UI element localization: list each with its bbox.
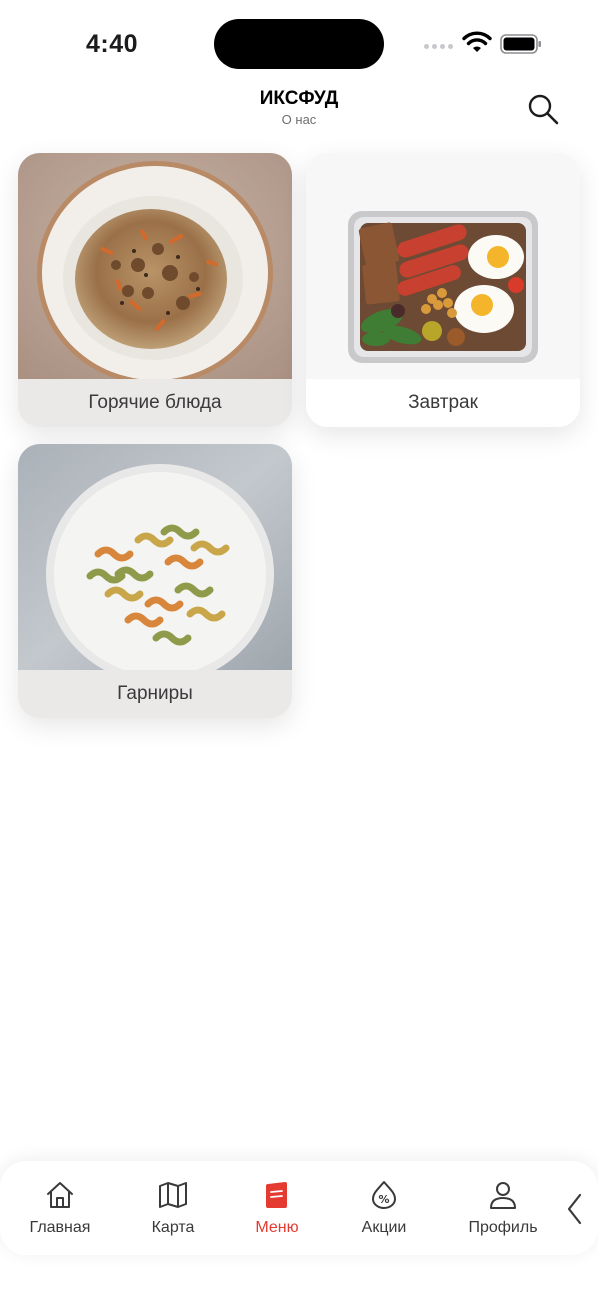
bottom-tab-bar: Главная Карта Меню % Акции Профиль xyxy=(0,1161,598,1255)
tab-label: Карта xyxy=(151,1219,195,1236)
tab-home[interactable]: Главная xyxy=(5,1179,115,1245)
tab-promotions[interactable]: % Акции xyxy=(329,1179,439,1245)
category-card-side-dishes[interactable]: Гарниры xyxy=(18,444,292,718)
tab-label: Акции xyxy=(361,1219,407,1236)
pilaf-plate-image xyxy=(18,153,292,381)
category-label: Завтрак xyxy=(306,379,580,427)
category-card-breakfast[interactable]: Завтрак xyxy=(306,153,580,427)
dynamic-island xyxy=(214,19,384,69)
svg-text:%: % xyxy=(378,1193,389,1206)
breakfast-box-image xyxy=(306,153,580,381)
about-link[interactable]: О нас xyxy=(0,112,598,127)
tab-label: Меню xyxy=(255,1219,299,1236)
status-bar: 4:40 xyxy=(0,0,598,80)
app-title[interactable]: ИКСФУД xyxy=(0,88,598,110)
category-label: Гарниры xyxy=(18,670,292,718)
map-icon xyxy=(159,1182,187,1208)
tab-label: Профиль xyxy=(468,1219,538,1236)
home-icon xyxy=(47,1182,73,1208)
tab-profile[interactable]: Профиль xyxy=(448,1179,558,1245)
fusilli-plate-image xyxy=(18,444,292,672)
wifi-icon xyxy=(462,31,492,52)
menu-icon xyxy=(266,1182,287,1208)
tab-menu[interactable]: Меню xyxy=(222,1179,332,1245)
status-time: 4:40 xyxy=(86,30,139,58)
cellular-signal-icon xyxy=(424,44,453,49)
search-icon[interactable] xyxy=(526,92,560,126)
category-card-hot-dishes[interactable]: Горячие блюда xyxy=(18,153,292,427)
battery-icon xyxy=(500,34,541,54)
discount-icon: % xyxy=(372,1181,396,1209)
tab-label: Главная xyxy=(29,1219,91,1236)
category-label: Горячие блюда xyxy=(18,379,292,427)
header: ИКСФУД О нас xyxy=(0,84,598,136)
tab-map[interactable]: Карта xyxy=(118,1179,228,1245)
chevron-left-icon[interactable] xyxy=(562,1191,588,1227)
profile-icon xyxy=(490,1182,516,1209)
